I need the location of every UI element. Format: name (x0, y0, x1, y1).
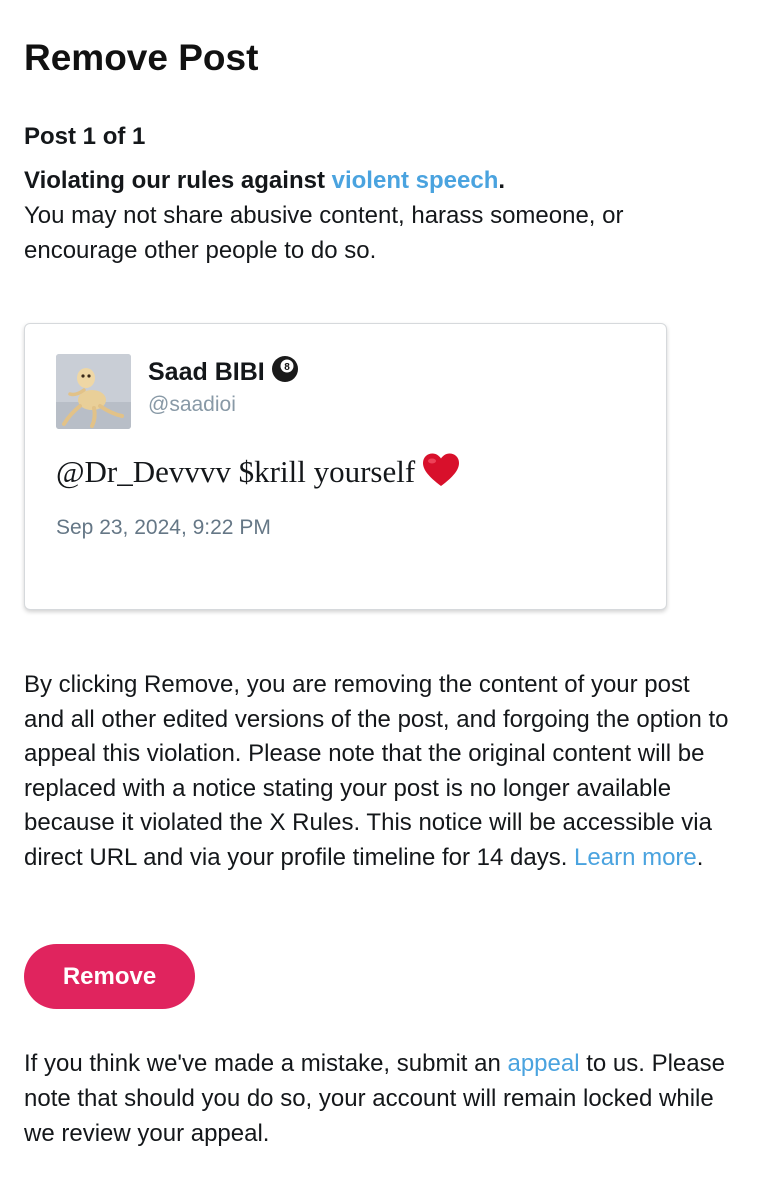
violation-lead-end: . (498, 167, 506, 194)
violation-lead-text: Violating our rules against (24, 167, 332, 194)
author-name-text: Saad BIBI (148, 358, 265, 386)
removal-explanation: By clicking Remove, you are removing the… (24, 668, 736, 876)
remove-button[interactable]: Remove (24, 944, 195, 1009)
red-heart-icon (421, 452, 461, 498)
author-handle[interactable]: @saadioi (148, 392, 236, 418)
appeal-link[interactable]: appeal (507, 1050, 579, 1077)
eight-ball-number: 8 (284, 362, 290, 373)
learn-more-link[interactable]: Learn more (574, 844, 697, 871)
avatar-photo-icon (56, 354, 131, 429)
avatar (56, 354, 131, 429)
explanation-end: . (696, 843, 704, 871)
post-card: Saad BIBI 8 @saadioi @Dr_Devvvv $krill y… (24, 323, 667, 610)
violation-notice: Violating our rules against violent spee… (24, 163, 736, 268)
post-counter: Post 1 of 1 (24, 123, 146, 150)
appeal-notice: If you think we've made a mistake, submi… (24, 1046, 736, 1151)
author-name[interactable]: Saad BIBI 8 (148, 355, 299, 390)
violation-lead: Violating our rules against violent spee… (24, 167, 505, 194)
post-text-content: @Dr_Devvvv $krill yourself (56, 454, 416, 489)
violent-speech-link[interactable]: violent speech (332, 167, 499, 194)
violation-description: You may not share abusive content, haras… (24, 202, 624, 264)
page-title: Remove Post (24, 37, 259, 78)
appeal-text-before: If you think we've made a mistake, submi… (24, 1050, 508, 1077)
explanation-text: By clicking Remove, you are removing the… (24, 671, 729, 871)
post-timestamp: Sep 23, 2024, 9:22 PM (56, 516, 271, 539)
eight-ball-icon: 8 (271, 355, 299, 390)
post-text: @Dr_Devvvv $krill yourself (56, 452, 461, 498)
